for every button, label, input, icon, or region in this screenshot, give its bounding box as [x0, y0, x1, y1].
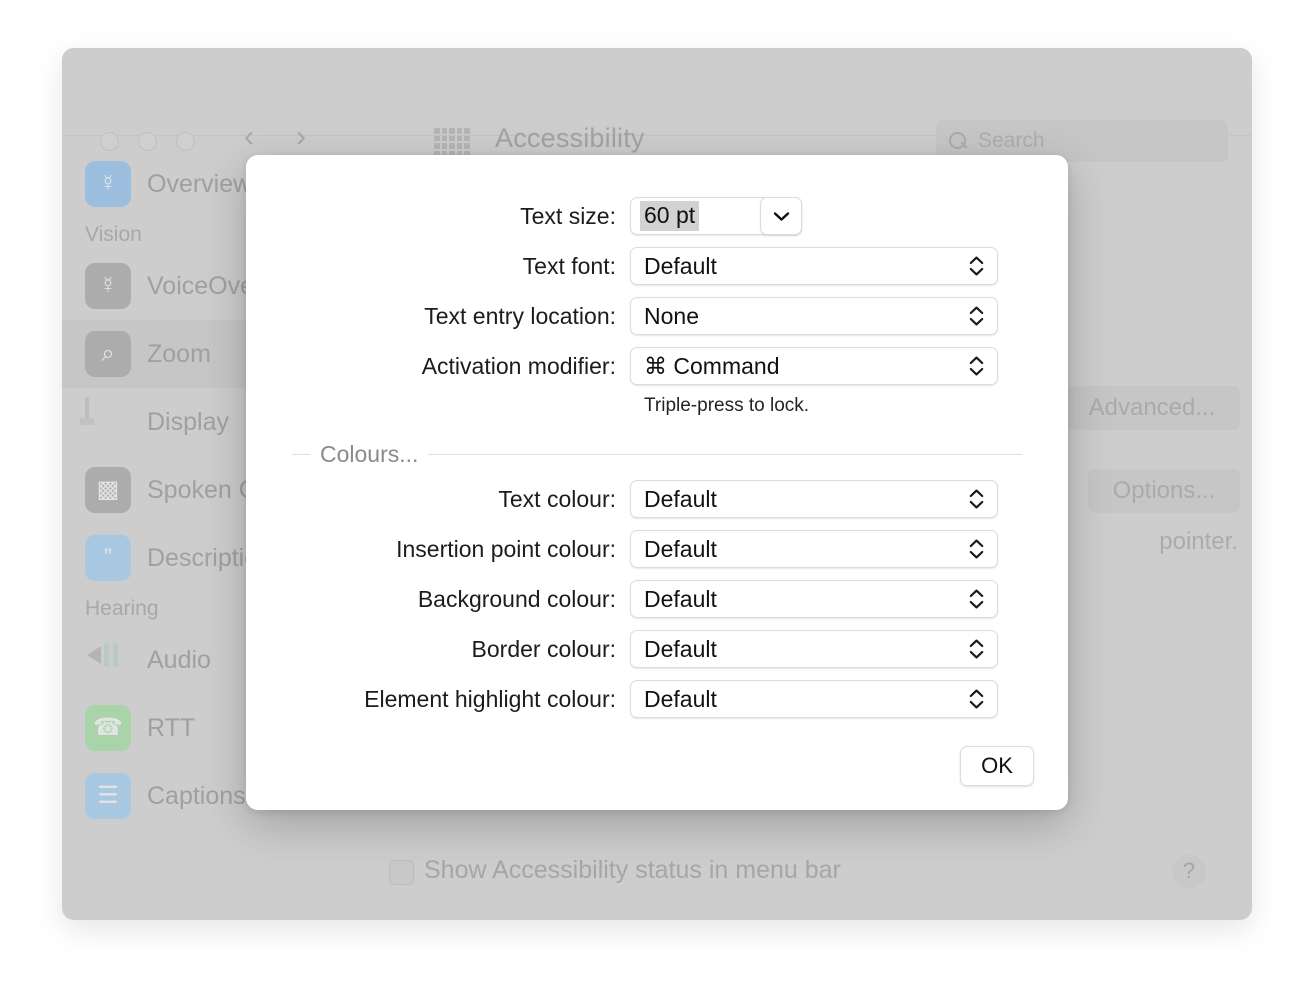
text-font-value: Default — [644, 252, 717, 279]
background-colour-row: Background colour: Default — [246, 574, 1068, 624]
divider-right — [428, 454, 1022, 455]
sidebar-item-label: Overview — [147, 169, 252, 198]
triple-press-hint: Triple-press to lock. — [644, 395, 810, 416]
text-font-popup[interactable]: Default — [630, 247, 998, 285]
text-size-value: 60 pt — [640, 201, 700, 231]
window-titlebar: ‹ › Accessibility Search — [62, 48, 1252, 162]
chevron-updown-icon[interactable] — [969, 539, 984, 559]
insertion-point-colour-label: Insertion point colour: — [396, 535, 616, 562]
audio-icon — [85, 637, 131, 683]
colours-section-title: Colours... — [320, 441, 419, 467]
chevron-updown-icon[interactable] — [969, 256, 984, 276]
border-colour-value: Default — [644, 635, 717, 662]
rtt-icon: ☎ — [85, 705, 131, 751]
ok-button[interactable]: OK — [960, 746, 1034, 786]
sidebar-item-label: RTT — [147, 713, 196, 742]
text-colour-value: Default — [644, 485, 717, 512]
text-entry-location-label: Text entry location: — [424, 302, 616, 329]
activation-modifier-row: Activation modifier: ⌘ Command — [246, 341, 1068, 391]
descriptions-icon: ” — [85, 535, 131, 581]
dialog-form: Text size: 60 pt Text font: Default Text… — [246, 191, 1068, 724]
element-highlight-colour-value: Default — [644, 685, 717, 712]
border-colour-popup[interactable]: Default — [630, 630, 998, 668]
chevron-updown-icon[interactable] — [969, 489, 984, 509]
spoken-content-icon: ▩ — [85, 467, 131, 513]
chevron-updown-icon[interactable] — [969, 689, 984, 709]
background-colour-value: Default — [644, 585, 717, 612]
screen: ‹ › Accessibility Search ☿ Overview Visi… — [0, 0, 1312, 995]
sidebar-item-label: Captions — [147, 781, 246, 810]
element-highlight-colour-popup[interactable]: Default — [630, 680, 998, 718]
captions-icon: ☰ — [85, 773, 131, 819]
insertion-point-colour-popup[interactable]: Default — [630, 530, 998, 568]
insertion-point-colour-row: Insertion point colour: Default — [246, 524, 1068, 574]
border-colour-row: Border colour: Default — [246, 624, 1068, 674]
activation-modifier-popup[interactable]: ⌘ Command — [630, 347, 998, 385]
activation-modifier-value: ⌘ Command — [644, 352, 780, 379]
chevron-updown-icon[interactable] — [969, 306, 984, 326]
show-accessibility-status-label: Show Accessibility status in menu bar — [424, 856, 841, 884]
text-size-label: Text size: — [520, 202, 616, 229]
insertion-point-colour-value: Default — [644, 535, 717, 562]
text-colour-label: Text colour: — [498, 485, 616, 512]
element-highlight-colour-label: Element highlight colour: — [364, 685, 616, 712]
voiceover-icon: ☿ — [85, 263, 131, 309]
zoom-icon: ⌕ — [85, 331, 131, 377]
text-entry-location-value: None — [644, 302, 699, 329]
background-colour-label: Background colour: — [417, 585, 616, 612]
sidebar-item-label: Audio — [147, 645, 211, 674]
sidebar-item-label: Display — [147, 407, 229, 436]
accessibility-icon: ☿ — [85, 161, 131, 207]
chevron-down-icon[interactable] — [760, 197, 802, 235]
show-accessibility-status-checkbox[interactable] — [389, 860, 414, 885]
chevron-updown-icon[interactable] — [969, 639, 984, 659]
text-entry-location-popup[interactable]: None — [630, 297, 998, 335]
divider-left — [292, 454, 310, 455]
background-colour-popup[interactable]: Default — [630, 580, 998, 618]
element-highlight-colour-row: Element highlight colour: Default — [246, 674, 1068, 724]
text-colour-row: Text colour: Default — [246, 474, 1068, 524]
sidebar-item-label: Zoom — [147, 339, 211, 368]
advanced-button[interactable]: Advanced... — [1064, 386, 1240, 430]
window-footer: Show Accessibility status in menu bar ? — [299, 832, 1252, 920]
pointer-description-text: pointer. — [1159, 528, 1238, 555]
text-font-row: Text font: Default — [246, 241, 1068, 291]
display-icon — [85, 397, 131, 445]
chevron-updown-icon[interactable] — [969, 589, 984, 609]
text-entry-location-row: Text entry location: None — [246, 291, 1068, 341]
activation-modifier-label: Activation modifier: — [421, 352, 616, 379]
text-font-label: Text font: — [522, 252, 616, 279]
colours-section-header: Colours... — [292, 441, 1022, 468]
options-button[interactable]: Options... — [1088, 469, 1240, 513]
text-size-row: Text size: 60 pt — [246, 191, 1068, 241]
border-colour-label: Border colour: — [471, 635, 616, 662]
zoom-options-dialog: Text size: 60 pt Text font: Default Text… — [246, 155, 1068, 810]
text-size-combobox[interactable]: 60 pt — [630, 197, 802, 235]
chevron-updown-icon[interactable] — [969, 356, 984, 376]
text-colour-popup[interactable]: Default — [630, 480, 998, 518]
help-button[interactable]: ? — [1172, 854, 1206, 888]
